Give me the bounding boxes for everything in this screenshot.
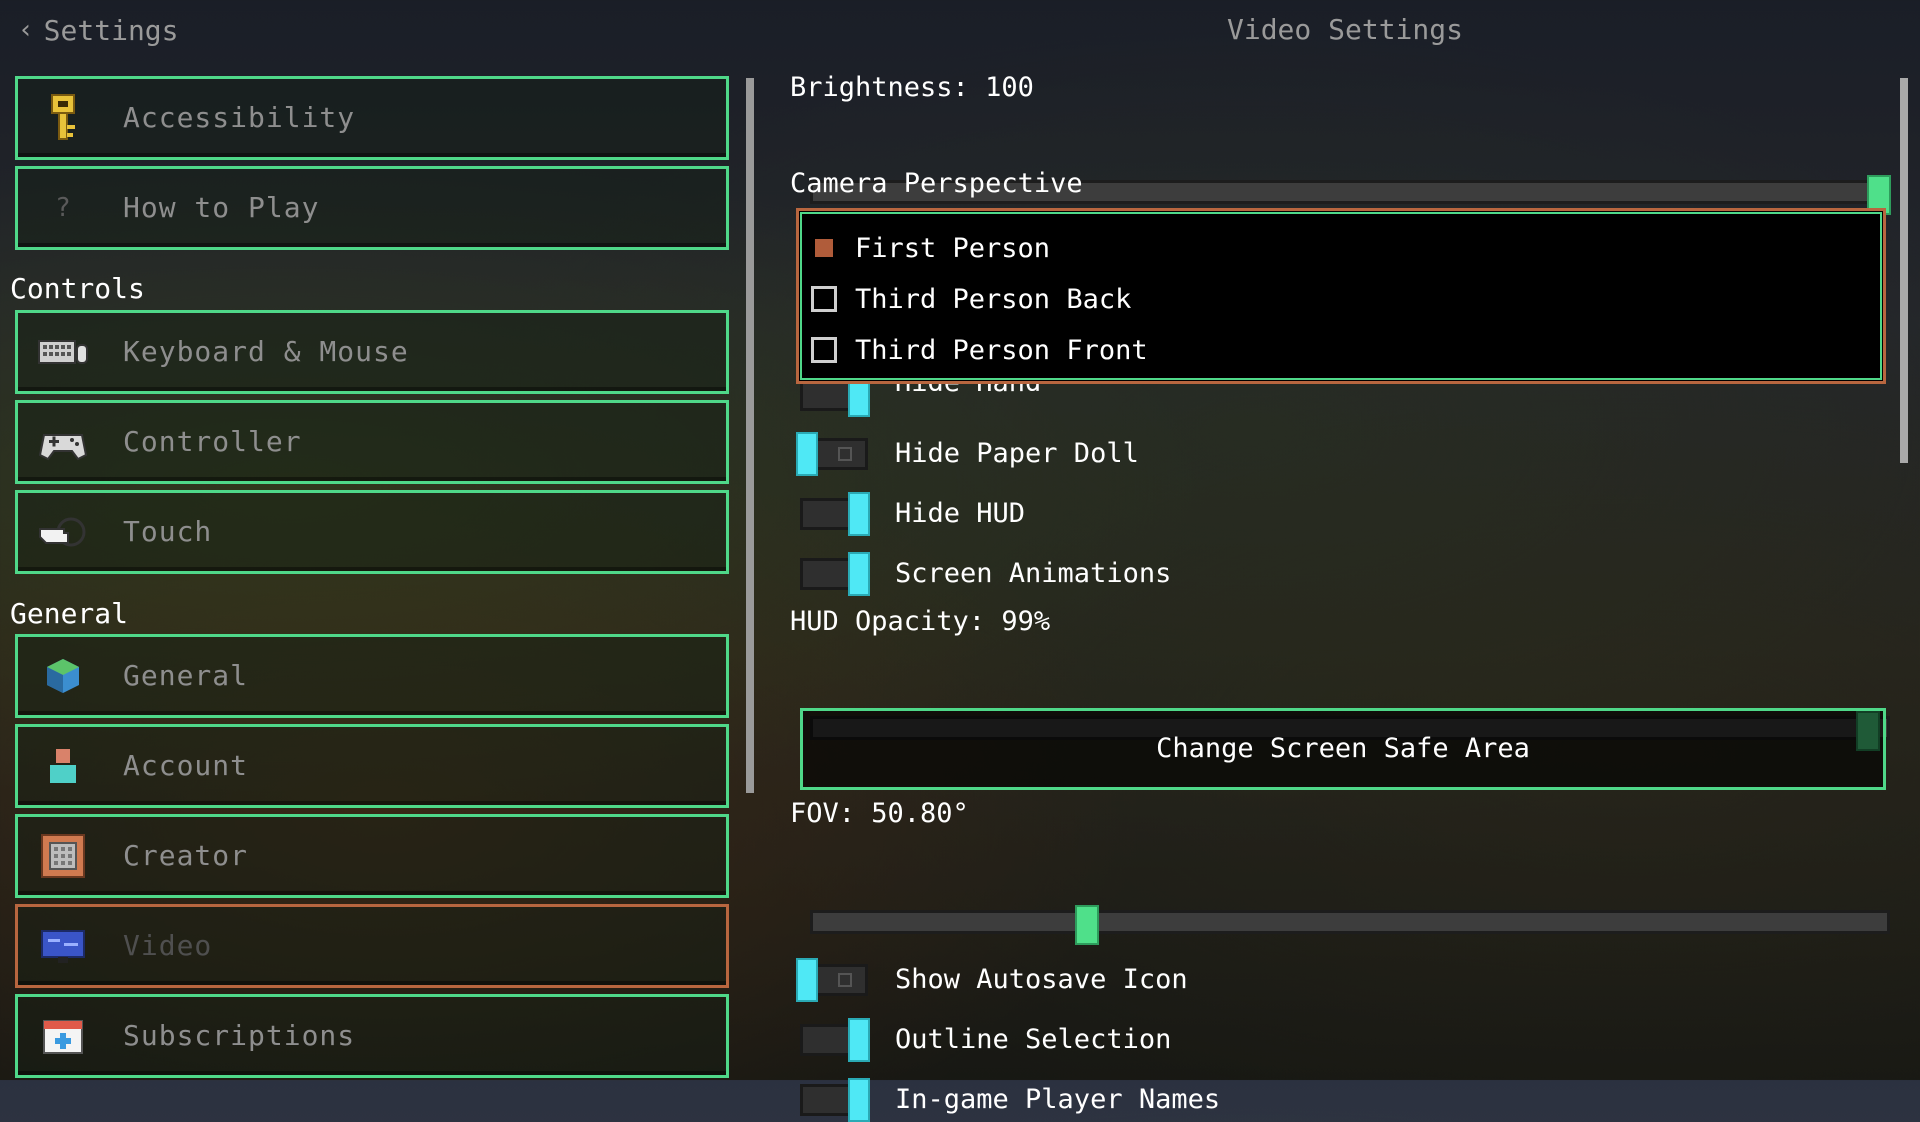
pointing-hand-icon — [39, 517, 86, 547]
toggle-label-hide-hud: Hide HUD — [895, 498, 1026, 529]
camera-perspective-label: Camera Perspective — [790, 168, 1083, 199]
keyboard-icon — [38, 340, 88, 364]
sidebar-item-accessibility[interactable]: Accessibility — [15, 76, 729, 160]
sidebar-item-subscriptions[interactable]: Subscriptions — [15, 994, 729, 1078]
toggle-screen-animations[interactable] — [800, 552, 870, 596]
settings-sidebar: Accessibility ? How to Play Controls Key… — [0, 60, 740, 1080]
back-label: Settings — [43, 13, 179, 47]
brightness-label: Brightness: 100 — [790, 72, 1034, 103]
option-label: First Person — [855, 232, 1051, 264]
sidebar-item-label: Controller — [123, 425, 302, 458]
question-icon: ? — [55, 193, 71, 223]
camera-option-third-person-front[interactable]: Third Person Front — [811, 329, 1148, 371]
toggle-knob — [848, 1078, 870, 1122]
fov-slider[interactable] — [810, 905, 1890, 945]
calendar-plus-icon — [43, 1020, 83, 1054]
toggle-hide-hud[interactable] — [800, 492, 870, 536]
toggle-knob — [796, 432, 818, 476]
selected-radio-icon — [815, 239, 833, 257]
camera-option-first-person[interactable]: First Person — [811, 227, 1050, 269]
sidebar-item-label: Account — [123, 749, 249, 782]
sidebar-item-video[interactable]: Video — [15, 904, 729, 988]
toggle-off-square-icon — [838, 973, 852, 987]
toggle-label-in-game-player-names: In-game Player Names — [895, 1084, 1221, 1115]
sidebar-item-label: Creator — [123, 839, 249, 872]
cube-icon — [47, 659, 79, 693]
radio-icon — [811, 286, 837, 312]
toggle-label-screen-animations: Screen Animations — [895, 558, 1172, 589]
sidebar-item-account[interactable]: Account — [15, 724, 729, 808]
section-title-controls: Controls — [10, 272, 145, 305]
key-icon — [51, 94, 75, 140]
sidebar-item-label: Keyboard & Mouse — [123, 335, 409, 368]
header: ‹ Settings Video Settings — [0, 0, 1920, 60]
sidebar-item-keyboard-mouse[interactable]: Keyboard & Mouse — [15, 310, 729, 394]
fov-label: FOV: 50.80° — [790, 798, 969, 829]
sidebar-item-general[interactable]: General — [15, 634, 729, 718]
monitor-icon — [41, 930, 85, 963]
change-screen-safe-area-button[interactable]: Change Screen Safe Area — [800, 708, 1886, 790]
sidebar-item-label: Subscriptions — [123, 1019, 356, 1052]
sidebar-item-touch[interactable]: Touch — [15, 490, 729, 574]
sidebar-item-controller[interactable]: Controller — [15, 400, 729, 484]
camera-option-third-person-back[interactable]: Third Person Back — [811, 278, 1131, 320]
user-icon — [50, 749, 76, 783]
gamepad-icon — [38, 434, 88, 461]
toggle-knob — [848, 1018, 870, 1062]
creator-icon — [41, 834, 85, 878]
section-title-general: General — [10, 597, 129, 630]
option-label: Third Person Front — [855, 334, 1148, 366]
sidebar-item-how-to-play[interactable]: ? How to Play — [15, 166, 729, 250]
settings-scrollbar[interactable] — [1900, 78, 1908, 463]
option-label: Third Person Back — [855, 283, 1132, 315]
sidebar-item-creator[interactable]: Creator — [15, 814, 729, 898]
toggle-outline-selection[interactable] — [800, 1018, 870, 1062]
hud-opacity-label: HUD Opacity: 99% — [790, 606, 1051, 637]
video-settings-panel: Brightness: 100 Camera Perspective Hide … — [790, 60, 1920, 1122]
sidebar-item-label: Video — [123, 929, 213, 962]
toggle-off-square-icon — [838, 447, 852, 461]
toggle-show-autosave-icon[interactable] — [796, 958, 868, 1002]
toggle-knob — [848, 552, 870, 596]
back-button[interactable]: ‹ Settings — [18, 12, 179, 48]
sidebar-scrollbar[interactable] — [746, 78, 754, 793]
toggle-knob — [796, 958, 818, 1002]
sidebar-item-label: How to Play — [123, 191, 320, 224]
toggle-knob — [848, 492, 870, 536]
toggle-hide-paper-doll[interactable] — [796, 432, 868, 476]
radio-icon — [811, 337, 837, 363]
toggle-label-hide-paper-doll: Hide Paper Doll — [895, 438, 1139, 469]
toggle-in-game-player-names[interactable] — [800, 1078, 870, 1122]
chevron-left-icon: ‹ — [18, 15, 34, 45]
page-title: Video Settings — [1226, 13, 1463, 46]
sidebar-item-label: Touch — [123, 515, 213, 548]
sidebar-item-label: General — [123, 659, 249, 692]
sidebar-item-label: Accessibility — [123, 101, 356, 134]
toggle-label-show-autosave-icon: Show Autosave Icon — [895, 964, 1188, 995]
toggle-label-outline-selection: Outline Selection — [895, 1024, 1172, 1055]
camera-perspective-dropdown[interactable]: First Person Third Person Back Third Per… — [796, 208, 1886, 384]
fov-slider-knob[interactable] — [1075, 905, 1099, 945]
